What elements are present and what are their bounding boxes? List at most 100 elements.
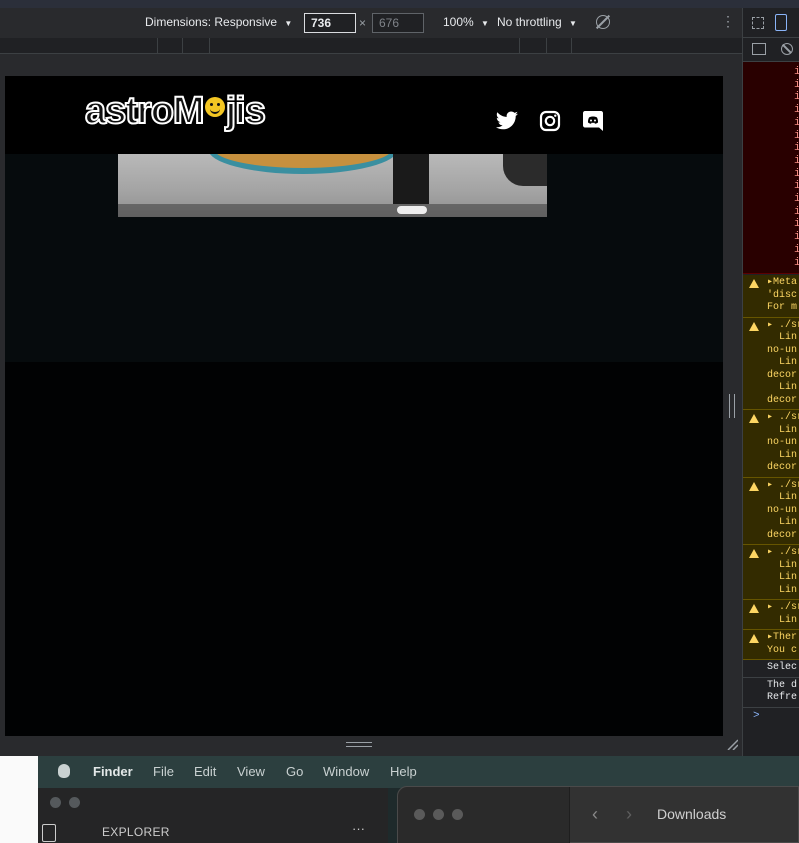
console-messages: ▸Meta 'disc For m ▸ ./sr Lin no-un Lin de…	[743, 275, 799, 722]
error-line: i	[794, 130, 799, 142]
discord-icon[interactable]	[581, 109, 605, 133]
warning-icon	[749, 414, 759, 423]
finder-title: Downloads	[657, 806, 727, 822]
finder-sidebar	[398, 787, 570, 843]
astromojis-logo[interactable]: astroM jis	[84, 89, 267, 133]
error-line: i	[794, 244, 799, 256]
media-query-marker[interactable]	[571, 38, 572, 53]
console-warning[interactable]: ▸ ./sr Lin no-un Lin decor	[743, 410, 799, 478]
console-message-text: ▸Ther You c	[767, 632, 798, 656]
console-message-text: The d Refre	[767, 679, 798, 704]
console-warning[interactable]: ▸ ./sr Lin no-un Lin decor Lin decor	[743, 317, 799, 410]
console-message-text: ▸ ./sr Lin no-un Lin decor Lin decor	[767, 319, 799, 406]
back-chevron-icon[interactable]: ‹	[592, 804, 598, 825]
error-line: i	[794, 206, 799, 218]
resize-handle-right[interactable]	[729, 394, 735, 418]
console-prompt[interactable]: >	[743, 708, 799, 722]
instagram-icon[interactable]	[538, 109, 562, 133]
menu-item-window[interactable]: Window	[323, 764, 369, 779]
error-line: i	[794, 91, 799, 103]
graffiti-art	[208, 154, 398, 174]
inspect-element-icon[interactable]	[752, 17, 764, 29]
menu-item-help[interactable]: Help	[390, 764, 417, 779]
media-query-marker[interactable]	[519, 38, 520, 53]
finder-minimize-button[interactable]	[433, 809, 444, 820]
menu-item-file[interactable]: File	[153, 764, 174, 779]
console-error-block[interactable]: iiiiiiiiiiiiiiii	[743, 62, 799, 274]
error-line: i	[794, 104, 799, 116]
twitter-icon[interactable]	[495, 109, 519, 133]
width-input[interactable]: 736	[304, 13, 356, 33]
warning-icon	[749, 321, 759, 331]
devtools-toolbar	[743, 8, 799, 38]
browser-top-strip	[0, 0, 799, 8]
resize-handle-corner[interactable]	[726, 738, 738, 750]
warning-icon	[749, 604, 759, 613]
console-warning[interactable]: ▸ ./sr Lin	[743, 600, 799, 630]
hero-image	[118, 154, 547, 217]
clear-console-icon[interactable]	[781, 43, 793, 55]
console-sidebar-icon[interactable]	[752, 43, 766, 55]
throttling-value: No throttling	[497, 15, 562, 29]
console-info[interactable]: The d Refre	[743, 678, 799, 708]
media-query-marker[interactable]	[546, 38, 547, 53]
more-options-icon[interactable]: ⋮	[721, 14, 735, 28]
zoom-dropdown[interactable]: 100% ▼	[443, 15, 489, 29]
console-message-text: Selec	[767, 662, 798, 673]
dimensions-label: Dimensions: Responsive	[145, 15, 278, 29]
menu-item-view[interactable]: View	[237, 764, 265, 779]
devtools-panel: iiiiiiiiiiiiiiii ▸Meta 'disc For m ▸ ./sr…	[742, 8, 799, 756]
error-line: i	[794, 257, 799, 269]
vscode-window: EXPLORER ···	[38, 788, 388, 843]
console-message-text: ▸Meta 'disc For m	[767, 277, 798, 313]
error-line: i	[794, 142, 799, 154]
finder-close-button[interactable]	[414, 809, 425, 820]
chevron-down-icon: ▼	[481, 19, 489, 28]
media-query-marker[interactable]	[182, 38, 183, 53]
menu-item-edit[interactable]: Edit	[194, 764, 216, 779]
error-line: i	[794, 155, 799, 167]
error-line: i	[794, 231, 799, 243]
console-warning[interactable]: ▸Meta 'disc For m	[743, 275, 799, 318]
menu-item-finder[interactable]: Finder	[93, 764, 133, 779]
explorer-more-icon[interactable]: ···	[352, 821, 365, 836]
media-query-marker[interactable]	[157, 38, 158, 53]
error-line: i	[794, 117, 799, 129]
console-warning[interactable]: ▸ ./sr Lin Lin Lin	[743, 545, 799, 600]
warning-icon	[749, 634, 759, 643]
forward-chevron-icon[interactable]: ›	[626, 804, 632, 825]
error-line: i	[794, 79, 799, 91]
window-minimize-button[interactable]	[69, 797, 80, 808]
emulated-viewport[interactable]: astroM jis	[5, 76, 723, 736]
warning-icon	[749, 279, 759, 288]
finder-window: ‹ › Downloads	[397, 786, 799, 843]
car-shape	[503, 154, 547, 186]
logo-text-left: astroM	[84, 89, 206, 133]
height-input[interactable]: 676	[372, 13, 424, 33]
smiley-icon	[204, 97, 225, 117]
console-warning[interactable]: ▸ ./sr Lin no-un Lin decor	[743, 477, 799, 545]
media-query-bar[interactable]	[0, 38, 742, 54]
times-symbol: ×	[359, 16, 367, 30]
finder-zoom-button[interactable]	[452, 809, 463, 820]
warning-icon	[749, 481, 759, 491]
console-info[interactable]: Selec	[743, 660, 799, 678]
window-close-button[interactable]	[50, 797, 61, 808]
console-warning[interactable]: ▸Ther You c	[743, 630, 799, 660]
error-line: i	[794, 193, 799, 205]
console-message-text: ▸ ./sr Lin	[767, 602, 799, 626]
resize-handle-bottom[interactable]	[346, 742, 372, 747]
files-icon[interactable]	[42, 824, 56, 842]
device-toggle-icon[interactable]	[775, 14, 787, 31]
throttling-dropdown[interactable]: No throttling ▼	[497, 15, 577, 29]
media-query-marker[interactable]	[209, 38, 210, 53]
person-legs	[393, 154, 429, 204]
menu-item-go[interactable]: Go	[286, 764, 303, 779]
warning-icon	[749, 549, 759, 558]
macos-menubar: Finder File Edit View Go Window Help	[38, 756, 799, 788]
ground-shadow	[118, 204, 547, 217]
rotate-icon[interactable]	[596, 15, 610, 29]
dimensions-dropdown[interactable]: Dimensions: Responsive ▼	[145, 15, 292, 29]
person-shoes	[397, 206, 427, 214]
apple-icon[interactable]	[58, 764, 70, 778]
